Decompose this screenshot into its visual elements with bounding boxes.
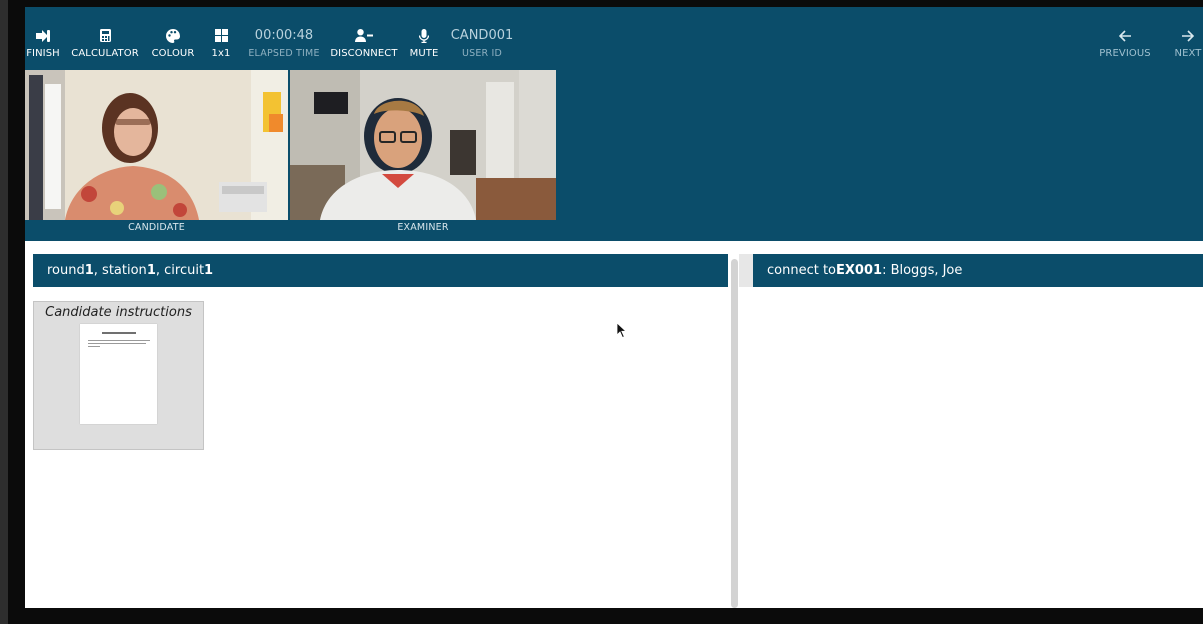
calculator-icon [99, 27, 111, 44]
grid-icon [214, 27, 228, 44]
next-button[interactable]: NEXT [1171, 27, 1203, 63]
screen-frame: FINISH CALCULATOR COLOUR 1x1 00:00:48 EL… [0, 0, 1203, 624]
user-minus-icon [355, 27, 373, 44]
disconnect-button[interactable]: DISCONNECT [330, 27, 398, 63]
exam-app: FINISH CALCULATOR COLOUR 1x1 00:00:48 EL… [25, 7, 1203, 608]
examiner-video-label: EXAMINER [397, 222, 449, 233]
user-id-value: CAND001 [450, 28, 514, 43]
layout-label: 1x1 [211, 48, 231, 59]
previous-button[interactable]: PREVIOUS [1097, 27, 1153, 63]
circuit-text: , circuit [155, 263, 205, 278]
station-text: , station [93, 263, 147, 278]
finish-button[interactable]: FINISH [25, 27, 61, 63]
elapsed-time: 00:00:48 ELAPSED TIME [245, 28, 323, 60]
candidate-instructions-card[interactable]: Candidate instructions [33, 301, 204, 450]
examiner-name: : Bloggs, Joe [882, 263, 963, 278]
left-edge [0, 0, 8, 624]
top-edge [0, 0, 1203, 7]
examiner-id: EX001 [836, 263, 883, 278]
round-text: round [47, 263, 85, 278]
layout-button[interactable]: 1x1 [209, 27, 233, 63]
round-number: 1 [84, 263, 94, 278]
thumbnail-line [88, 343, 146, 344]
document-thumbnail [80, 324, 157, 424]
divider-header-cap [739, 254, 753, 287]
connection-header: connect to EX001 : Bloggs, Joe [753, 254, 1203, 287]
candidate-video [25, 70, 288, 220]
microphone-icon [419, 27, 429, 44]
user-id-label: USER ID [461, 48, 503, 59]
mute-button[interactable]: MUTE [407, 27, 441, 63]
arrow-right-icon [1182, 27, 1194, 44]
next-label: NEXT [1174, 48, 1202, 59]
previous-label: PREVIOUS [1099, 48, 1151, 59]
document-title: Candidate instructions [45, 305, 192, 320]
calculator-button[interactable]: CALCULATOR [69, 27, 141, 63]
palette-icon [166, 27, 180, 44]
user-id: CAND001 USER ID [449, 28, 515, 60]
examiner-video [290, 70, 556, 220]
station-number: 1 [146, 263, 156, 278]
elapsed-time-label: ELAPSED TIME [248, 48, 320, 59]
disconnect-label: DISCONNECT [330, 48, 398, 59]
mute-label: MUTE [409, 48, 439, 59]
exit-icon [36, 27, 50, 44]
thumbnail-heading [102, 332, 136, 334]
connect-text: connect to [767, 263, 837, 278]
colour-button[interactable]: COLOUR [147, 27, 199, 63]
mouse-cursor-icon [617, 323, 627, 339]
thumbnail-line [88, 346, 100, 347]
colour-label: COLOUR [151, 48, 195, 59]
calculator-label: CALCULATOR [71, 48, 139, 59]
finish-label: FINISH [26, 48, 60, 59]
circuit-number: 1 [204, 263, 214, 278]
station-header: round 1 , station 1 , circuit 1 [33, 254, 728, 287]
thumbnail-line [88, 340, 150, 341]
elapsed-time-value: 00:00:48 [254, 28, 314, 43]
arrow-left-icon [1119, 27, 1131, 44]
panel-resize-handle[interactable] [731, 259, 738, 608]
toolbar: FINISH CALCULATOR COLOUR 1x1 00:00:48 EL… [25, 7, 1203, 241]
candidate-video-label: CANDIDATE [128, 222, 185, 233]
